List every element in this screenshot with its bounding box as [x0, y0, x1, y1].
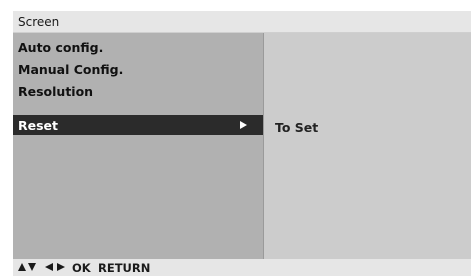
up-arrow-icon: [18, 263, 26, 271]
menu-item-label: Auto config.: [18, 40, 104, 55]
ok-label: OK: [72, 261, 91, 275]
down-arrow-icon: [28, 263, 36, 271]
footer-help-bar: OK RETURN: [13, 259, 471, 276]
menu-item-label: Manual Config.: [18, 62, 124, 77]
menu-item-manual-config[interactable]: Manual Config.: [13, 59, 263, 79]
submenu-arrow-icon: [240, 121, 247, 129]
menu-item-label: Resolution: [18, 84, 94, 99]
submenu-option-to-set[interactable]: To Set: [275, 120, 318, 135]
panel-divider: [263, 33, 264, 259]
menu-item-label: Reset: [18, 118, 58, 133]
return-label: RETURN: [98, 261, 151, 275]
menu-header: Screen: [13, 11, 471, 33]
left-arrow-icon: [45, 263, 53, 271]
menu-item-reset[interactable]: Reset: [13, 115, 263, 135]
screen-osd-menu: Screen Auto config. Manual Config. Resol…: [13, 11, 471, 276]
right-arrow-icon: [57, 263, 65, 271]
menu-item-auto-config[interactable]: Auto config.: [13, 37, 263, 57]
submenu-panel: [263, 33, 471, 259]
menu-title: Screen: [18, 15, 60, 29]
menu-item-resolution[interactable]: Resolution: [13, 81, 263, 101]
